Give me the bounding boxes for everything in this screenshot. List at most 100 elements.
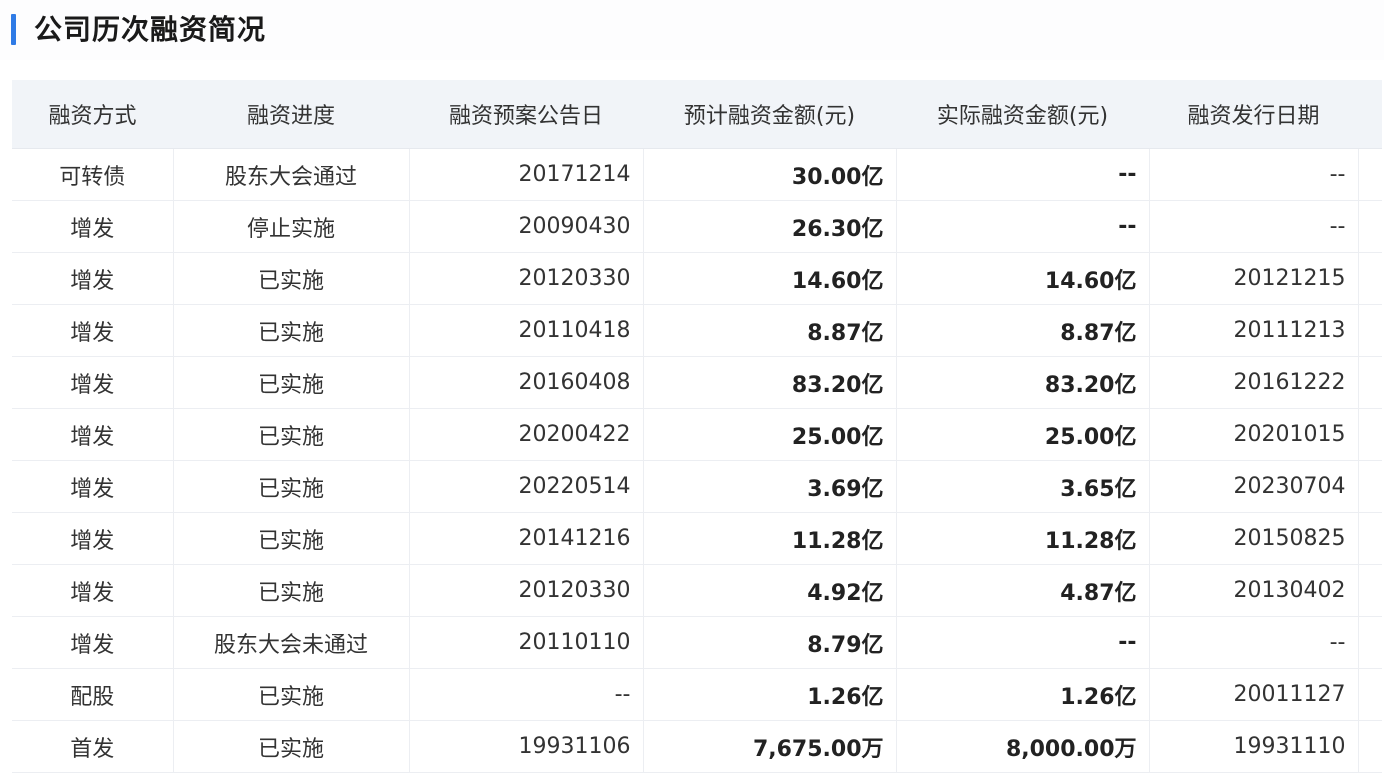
cell-planned-amount: 1.26亿 [643,668,897,721]
financing-table-container: 融资方式 融资进度 融资预案公告日 预计融资金额(元) 实际融资金额(元) 融资… [12,80,1382,774]
cell-actual-amount: 8.87亿 [896,304,1150,357]
cell-financing-type: 增发 [12,200,174,253]
cell-announce-date: 19931106 [409,720,644,773]
cell-progress: 停止实施 [173,200,410,253]
table-row[interactable]: 增发 已实施 20220514 3.69亿 3.65亿 20230704 [12,460,1382,513]
cell-progress: 已实施 [173,564,410,617]
financing-history-panel: 公司历次融资简况 融资方式 融资进度 融资预案公告日 预计融资金额(元) 实际融… [0,0,1384,774]
cell-issue-date: 20150825 [1149,512,1359,565]
table-row[interactable]: 增发 已实施 20110418 8.87亿 8.87亿 20111213 [12,304,1382,357]
cell-financing-type: 增发 [12,304,174,357]
cell-planned-amount: 7,675.00万 [643,720,897,773]
row-spacer [1358,148,1382,201]
cell-announce-date: 20110418 [409,304,644,357]
table-row[interactable]: 首发 已实施 19931106 7,675.00万 8,000.00万 19931110 [12,720,1382,773]
column-header-issue-date[interactable]: 融资发行日期 [1149,80,1358,149]
cell-planned-amount: 26.30亿 [643,200,897,253]
cell-financing-type: 增发 [12,252,174,305]
cell-announce-date: 20220514 [409,460,644,513]
cell-progress: 已实施 [173,460,410,513]
column-header-planned-amount[interactable]: 预计融资金额(元) [643,80,896,149]
table-row[interactable]: 增发 已实施 20141216 11.28亿 11.28亿 20150825 [12,512,1382,565]
cell-progress: 已实施 [173,668,410,721]
cell-announce-date: 20090430 [409,200,644,253]
cell-actual-amount: 3.65亿 [896,460,1150,513]
table-row[interactable]: 增发 停止实施 20090430 26.30亿 -- -- [12,200,1382,253]
row-spacer [1358,512,1382,565]
cell-actual-amount: 11.28亿 [896,512,1150,565]
financing-table: 融资方式 融资进度 融资预案公告日 预计融资金额(元) 实际融资金额(元) 融资… [12,80,1382,773]
cell-issue-date: -- [1149,616,1359,669]
cell-actual-amount: 8,000.00万 [896,720,1150,773]
cell-issue-date: 20130402 [1149,564,1359,617]
cell-actual-amount: 4.87亿 [896,564,1150,617]
row-spacer [1358,356,1382,409]
cell-progress: 已实施 [173,408,410,461]
cell-progress: 已实施 [173,720,410,773]
row-spacer [1358,252,1382,305]
table-row[interactable]: 增发 已实施 20160408 83.20亿 83.20亿 20161222 [12,356,1382,409]
cell-actual-amount: -- [896,148,1150,201]
table-row[interactable]: 增发 已实施 20120330 4.92亿 4.87亿 20130402 [12,564,1382,617]
cell-planned-amount: 14.60亿 [643,252,897,305]
cell-financing-type: 增发 [12,460,174,513]
cell-progress: 已实施 [173,252,410,305]
panel-title: 公司历次融资简况 [34,13,267,46]
cell-progress: 股东大会未通过 [173,616,410,669]
cell-planned-amount: 83.20亿 [643,356,897,409]
cell-progress: 已实施 [173,356,410,409]
row-spacer [1358,668,1382,721]
cell-planned-amount: 30.00亿 [643,148,897,201]
cell-financing-type: 增发 [12,512,174,565]
title-accent-bar [11,14,16,45]
cell-planned-amount: 11.28亿 [643,512,897,565]
table-row[interactable]: 增发 已实施 20200422 25.00亿 25.00亿 20201015 [12,408,1382,461]
header-spacer [1358,80,1382,149]
cell-progress: 已实施 [173,512,410,565]
column-header-progress[interactable]: 融资进度 [173,80,409,149]
cell-announce-date: -- [409,668,644,721]
cell-financing-type: 首发 [12,720,174,773]
cell-financing-type: 增发 [12,356,174,409]
cell-issue-date: 19931110 [1149,720,1359,773]
cell-issue-date: 20201015 [1149,408,1359,461]
cell-announce-date: 20110110 [409,616,644,669]
cell-issue-date: 20111213 [1149,304,1359,357]
column-header-announce-date[interactable]: 融资预案公告日 [409,80,643,149]
panel-header: 公司历次融资简况 [0,0,1384,60]
cell-actual-amount: -- [896,200,1150,253]
table-row[interactable]: 配股 已实施 -- 1.26亿 1.26亿 20011127 [12,668,1382,721]
cell-issue-date: -- [1149,148,1359,201]
table-header: 融资方式 融资进度 融资预案公告日 预计融资金额(元) 实际融资金额(元) 融资… [12,80,1382,149]
cell-actual-amount: 83.20亿 [896,356,1150,409]
table-row[interactable]: 可转债 股东大会通过 20171214 30.00亿 -- -- [12,148,1382,201]
row-spacer [1358,200,1382,253]
column-header-financing-type[interactable]: 融资方式 [12,80,173,149]
cell-announce-date: 20120330 [409,564,644,617]
cell-actual-amount: 14.60亿 [896,252,1150,305]
cell-issue-date: 20121215 [1149,252,1359,305]
row-spacer [1358,720,1382,773]
table-body: 可转债 股东大会通过 20171214 30.00亿 -- -- 增发 停止实施 2009043… [12,148,1382,773]
cell-financing-type: 增发 [12,616,174,669]
cell-issue-date: 20011127 [1149,668,1359,721]
cell-planned-amount: 8.87亿 [643,304,897,357]
cell-issue-date: 20161222 [1149,356,1359,409]
cell-planned-amount: 4.92亿 [643,564,897,617]
table-row[interactable]: 增发 已实施 20120330 14.60亿 14.60亿 20121215 [12,252,1382,305]
cell-issue-date: 20230704 [1149,460,1359,513]
cell-financing-type: 增发 [12,564,174,617]
cell-progress: 已实施 [173,304,410,357]
column-header-actual-amount[interactable]: 实际融资金额(元) [896,80,1149,149]
row-spacer [1358,304,1382,357]
table-row[interactable]: 增发 股东大会未通过 20110110 8.79亿 -- -- [12,616,1382,669]
cell-planned-amount: 8.79亿 [643,616,897,669]
row-spacer [1358,564,1382,617]
cell-planned-amount: 3.69亿 [643,460,897,513]
row-spacer [1358,460,1382,513]
cell-issue-date: -- [1149,200,1359,253]
row-spacer [1358,408,1382,461]
cell-announce-date: 20160408 [409,356,644,409]
cell-financing-type: 增发 [12,408,174,461]
cell-actual-amount: 1.26亿 [896,668,1150,721]
